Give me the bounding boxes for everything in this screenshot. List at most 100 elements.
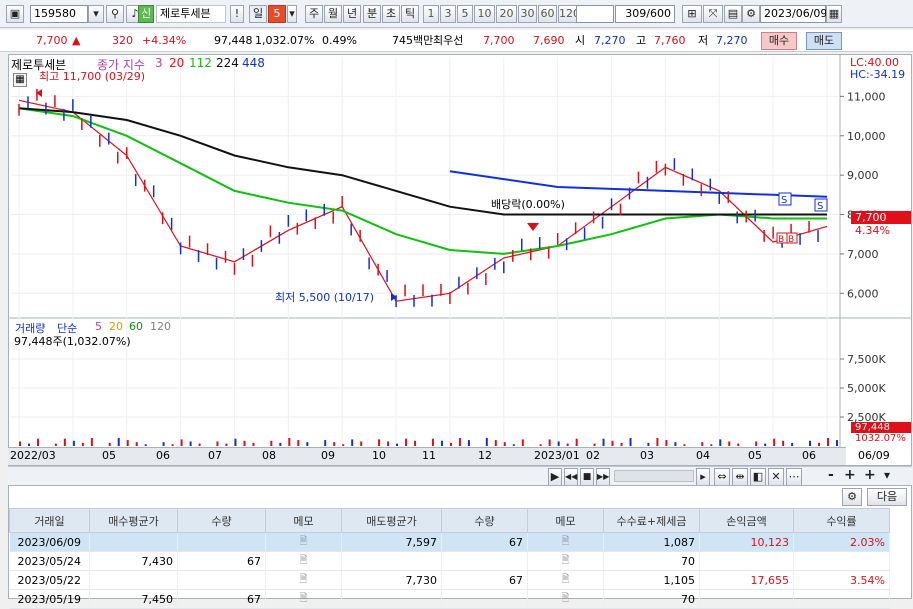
sell-button[interactable]: 매도 (806, 32, 842, 50)
search-icon[interactable]: ⚲ (106, 5, 124, 23)
interval-button-7[interactable]: 120 (558, 5, 580, 23)
volume-bar (521, 439, 524, 446)
buy-button[interactable]: 매수 (761, 32, 797, 50)
period-num-dropdown[interactable]: ▾ (287, 5, 297, 23)
column-header-4[interactable]: 매도평균가 (341, 508, 442, 533)
price-chart-area[interactable]: 11,00010,0009,0008,0007,0006,0007,500K5,… (8, 54, 912, 466)
chart-menu-icon[interactable]: ▾ (884, 468, 890, 483)
column-header-6[interactable]: 메모 (527, 508, 604, 533)
rewind-icon[interactable]: ◀◀ (564, 468, 578, 486)
column-header-8[interactable]: 손익금액 (699, 508, 794, 533)
period-button-3[interactable]: 분 (363, 5, 381, 23)
period-button-4[interactable]: 초 (382, 5, 400, 23)
scroll-track[interactable] (614, 470, 694, 482)
memo-icon: 🗎 (265, 570, 342, 590)
price-tick-label: 6,000 (847, 287, 879, 300)
play-icon[interactable]: ▶ (548, 468, 562, 486)
table-row[interactable]: 2023/05/19 7,450 67 🗎 🗎 70 (9, 589, 890, 609)
column-header-5[interactable]: 수량 (441, 508, 528, 533)
price-tick-label: 11,000 (847, 90, 886, 103)
column-header-2[interactable]: 수량 (177, 508, 266, 533)
add-chart-icon[interactable]: + (864, 468, 876, 483)
table-cell: 2023/06/09 (9, 532, 90, 552)
volume-bar (279, 442, 282, 446)
cross-icon[interactable]: ✕ (768, 468, 784, 486)
period-button-1[interactable]: 월 (324, 5, 342, 23)
window-icon[interactable]: ▣ (6, 5, 24, 23)
interval-button-0[interactable]: 1 (423, 5, 439, 23)
volume-bar (710, 444, 713, 446)
open-price: 7,270 (594, 34, 626, 47)
volume-bar (701, 442, 704, 446)
period-num-button[interactable]: 5 (268, 5, 286, 23)
table-cell: 7,430 (89, 551, 178, 571)
table-cell: 67 (177, 551, 266, 571)
period-button-5[interactable]: 틱 (401, 5, 419, 23)
column-header-1[interactable]: 매수평균가 (89, 508, 178, 533)
chart-nav-bar: ▶ ◀◀ ■ ▶▶ ▸ ⇔ ⇹ ◧ ✕ ⋯ - + + ▾ (8, 466, 912, 486)
interval-button-6[interactable]: 60 (538, 5, 557, 23)
column-header-0[interactable]: 거래일 (9, 508, 90, 533)
volume-bar (81, 442, 84, 446)
range-select[interactable] (576, 5, 614, 23)
align-icon[interactable]: ⋯ (786, 468, 802, 486)
volume-bar (764, 443, 767, 446)
expand-icon[interactable]: ⇹ (732, 468, 748, 486)
chart-type-icon[interactable]: ⊞ (682, 5, 702, 23)
current-volume-tag: 97,448 (851, 422, 911, 433)
interval-button-4[interactable]: 20 (496, 5, 517, 23)
memo-icon: 🗎 (265, 551, 342, 571)
series-line-112 (18, 107, 827, 255)
chart-settings-icon[interactable]: ▦ (13, 73, 27, 87)
trade-table-wrap: 거래일 매수평균가 수량 메모 매도평균가 수량 메모 수수료+제세금 손익금액 수익률 2023… (9, 508, 890, 609)
scroll-right-icon[interactable]: ▸ (696, 468, 710, 486)
table-cell: 70 (603, 589, 700, 609)
volume-bar (620, 442, 623, 446)
stop-icon[interactable]: ■ (580, 468, 594, 486)
chart-tool-icon[interactable]: ⤧ (703, 5, 723, 23)
save-icon[interactable]: ▤ (724, 5, 742, 23)
period-day-button[interactable]: 일 (249, 5, 267, 23)
table-cell: 7,730 (341, 570, 442, 590)
zoom-in-icon[interactable]: + (844, 468, 856, 483)
time-label-3: 07 (208, 449, 222, 462)
table-cell: 67 (441, 570, 528, 590)
code-dropdown-icon[interactable]: ▾ (88, 5, 104, 23)
table-cell (793, 551, 890, 571)
fit-icon[interactable]: ⇔ (714, 468, 730, 486)
volume-tick-label: 5,000K (847, 382, 886, 395)
volume-bar (28, 443, 30, 446)
calendar-icon[interactable]: ▦ (826, 5, 842, 23)
table-row[interactable]: 2023/05/24 7,430 67 🗎 🗎 70 (9, 551, 890, 571)
next-button[interactable]: 다음 (867, 488, 907, 506)
interval-button-1[interactable]: 3 (440, 5, 456, 23)
gear-icon[interactable]: ⚙ (742, 5, 760, 23)
volume-bar (719, 439, 722, 446)
dividend-arrow-icon (527, 223, 539, 231)
warning-button[interactable]: ! (230, 5, 244, 23)
table-cell (699, 589, 794, 609)
memo-icon: 🗎 (527, 589, 604, 609)
table-row[interactable]: 2023/05/22 🗎 7,730 67 🗎 1,105 17,655 3.54% (9, 570, 890, 590)
ma-legend-112: 112 (189, 56, 212, 70)
column-header-7[interactable]: 수수료+제세금 (603, 508, 700, 533)
volume-bar (297, 440, 300, 446)
column-header-3[interactable]: 메모 (265, 508, 342, 533)
table-row[interactable]: 2023/06/09 🗎 7,597 67 🗎 1,087 10,123 2.03% (9, 532, 890, 552)
period-button-2[interactable]: 년 (343, 5, 361, 23)
zoom-out-icon[interactable]: - (828, 468, 834, 483)
date-field[interactable]: 2023/06/09 (760, 5, 827, 23)
interval-button-5[interactable]: 30 (518, 5, 537, 23)
panel-gear-icon[interactable]: ⚙ (842, 488, 862, 506)
volume-bar (512, 444, 515, 446)
dividend-note: 배당락(0.00%) (491, 198, 565, 211)
column-header-9[interactable]: 수익률 (793, 508, 890, 533)
bar-count-field[interactable]: 309/600 (615, 5, 675, 23)
period-button-0[interactable]: 주 (305, 5, 323, 23)
cursor-icon[interactable]: ◧ (750, 468, 766, 486)
interval-button-2[interactable]: 5 (457, 5, 473, 23)
interval-button-3[interactable]: 10 (474, 5, 495, 23)
volume-bar (135, 442, 138, 446)
stock-code-input[interactable]: 159580 (30, 5, 88, 23)
fast-forward-icon[interactable]: ▶▶ (596, 468, 610, 486)
